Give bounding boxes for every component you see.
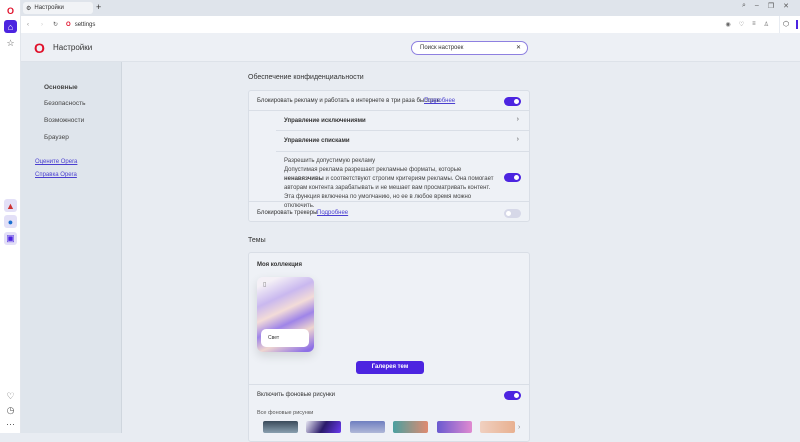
nav-item-browser[interactable]: Браузер xyxy=(44,134,69,141)
extensions-icon[interactable]: ⬡ xyxy=(783,20,789,28)
manage-lists-row[interactable]: Управление списками › xyxy=(276,131,529,152)
desc-bold: ненавязчивы xyxy=(284,176,324,182)
chevron-right-icon[interactable]: › xyxy=(518,424,520,431)
tab-title: Настройки xyxy=(34,5,64,11)
search-tabs-icon[interactable]: ⌕ xyxy=(742,2,746,10)
app-icon-2[interactable]: ● xyxy=(4,215,17,228)
block-trackers-row: Блокировать трекеры Подробнее xyxy=(249,202,529,222)
settings-search-input[interactable]: Поиск настроек ✕ xyxy=(411,41,528,55)
page-title: Настройки xyxy=(53,43,93,52)
theme-gallery-button[interactable]: Галерея тем xyxy=(356,361,424,374)
tab-settings[interactable]: ⚙ Настройки xyxy=(23,2,93,14)
app-icon-1[interactable]: ▲ xyxy=(4,199,17,212)
manage-lists-label: Управление списками xyxy=(284,138,350,144)
privacy-card: Блокировать рекламу и работать в интерне… xyxy=(248,90,530,222)
wallpaper-thumb[interactable] xyxy=(437,421,472,433)
opera-site-icon: O xyxy=(66,21,71,28)
wallpaper-thumb[interactable] xyxy=(350,421,385,433)
wallpaper-thumb[interactable] xyxy=(480,421,515,433)
chevron-right-icon: › xyxy=(516,116,519,123)
block-ads-label: Блокировать рекламу и работать в интерне… xyxy=(257,98,440,104)
acceptable-ads-row: Разрешить допустимую рекламу Допустимая … xyxy=(249,152,529,209)
settings-nav: Основные Безопасность Возможности Браузе… xyxy=(21,62,122,433)
more-icon[interactable]: ⋯ xyxy=(4,418,17,431)
wallpaper-thumb[interactable] xyxy=(393,421,428,433)
sidebar-indicator xyxy=(796,20,798,29)
theme-info-icon[interactable]: ▯ xyxy=(263,281,266,288)
themes-card: Моя коллекция ▯ Свет Галерея тем Включит… xyxy=(248,252,530,442)
wallpaper-thumb[interactable] xyxy=(263,421,298,433)
clear-search-icon[interactable]: ✕ xyxy=(516,44,521,51)
gear-icon: ⚙ xyxy=(26,5,32,12)
block-ads-toggle[interactable] xyxy=(504,97,521,106)
heart-icon[interactable]: ♡ xyxy=(4,390,17,403)
maximize-button[interactable]: ❐ xyxy=(768,2,774,10)
opera-logo-icon[interactable]: O xyxy=(4,4,17,17)
browser-sidebar: O ⌂ ☆ ▲ ● ▣ ♡ ◷ ⋯ xyxy=(0,0,21,433)
block-trackers-toggle[interactable] xyxy=(504,209,521,218)
profile-icon[interactable]: ♙ xyxy=(764,21,769,28)
acceptable-ads-toggle[interactable] xyxy=(504,173,521,182)
easy-setup-icon[interactable]: ≡ xyxy=(752,21,756,28)
bookmarks-star-icon[interactable]: ☆ xyxy=(4,37,17,50)
manage-exceptions-label: Управление исключениями xyxy=(284,118,366,124)
forward-icon[interactable]: › xyxy=(41,22,43,28)
nav-item-features[interactable]: Возможности xyxy=(44,117,84,124)
minimize-button[interactable]: – xyxy=(755,2,759,10)
theme-name-label: Свет xyxy=(261,329,309,347)
chevron-right-icon: › xyxy=(516,136,519,143)
opera-help-link[interactable]: Справка Opera xyxy=(35,172,77,178)
home-icon[interactable]: ⌂ xyxy=(4,20,17,33)
divider xyxy=(249,384,529,385)
theme-card-light[interactable]: ▯ Свет xyxy=(257,277,314,352)
block-ads-row: Блокировать рекламу и работать в интерне… xyxy=(249,91,529,111)
url-input[interactable]: settings xyxy=(75,22,96,28)
address-bar: ‹ › ↻ O settings ◉ ♡ ≡ ♙ xyxy=(21,16,779,33)
back-icon[interactable]: ‹ xyxy=(27,22,29,28)
camera-icon[interactable]: ◉ xyxy=(725,21,730,28)
manage-exceptions-row[interactable]: Управление исключениями › xyxy=(276,111,529,131)
desc-part: Допустимая реклама разрешает рекламные ф… xyxy=(284,167,462,173)
extensions-area: ⬡ xyxy=(780,16,800,33)
block-ads-more-link[interactable]: Подробнее xyxy=(424,98,455,104)
bg-images-toggle[interactable] xyxy=(504,391,521,400)
section-title-privacy: Обеспечение конфиденциальности xyxy=(248,74,364,81)
bg-images-label: Включить фоновые рисунки xyxy=(257,392,335,398)
close-button[interactable]: ✕ xyxy=(783,2,789,10)
app-icon-3[interactable]: ▣ xyxy=(4,232,17,245)
opera-logo-icon: O xyxy=(34,40,45,56)
block-trackers-label: Блокировать трекеры xyxy=(257,210,318,216)
wallpaper-thumb[interactable] xyxy=(306,421,341,433)
search-value: Поиск настроек xyxy=(420,45,464,51)
my-collection-title: Моя коллекция xyxy=(257,262,302,268)
history-clock-icon[interactable]: ◷ xyxy=(4,404,17,417)
tab-bar xyxy=(21,0,800,16)
rate-opera-link[interactable]: Оцените Opera xyxy=(35,159,77,165)
nav-item-security[interactable]: Безопасность xyxy=(44,100,85,107)
section-title-themes: Темы xyxy=(248,237,266,244)
nav-item-basic[interactable]: Основные xyxy=(44,84,78,91)
heart-icon[interactable]: ♡ xyxy=(739,21,744,28)
theme-name: Свет xyxy=(268,335,280,341)
settings-header: O Настройки Поиск настроек ✕ xyxy=(21,33,800,62)
block-trackers-more-link[interactable]: Подробнее xyxy=(317,210,348,216)
new-tab-button[interactable]: + xyxy=(96,2,101,12)
acceptable-ads-title: Разрешить допустимую рекламу xyxy=(284,158,376,164)
all-bg-label: Все фоновые рисунки xyxy=(257,410,314,416)
reload-icon[interactable]: ↻ xyxy=(53,21,58,28)
